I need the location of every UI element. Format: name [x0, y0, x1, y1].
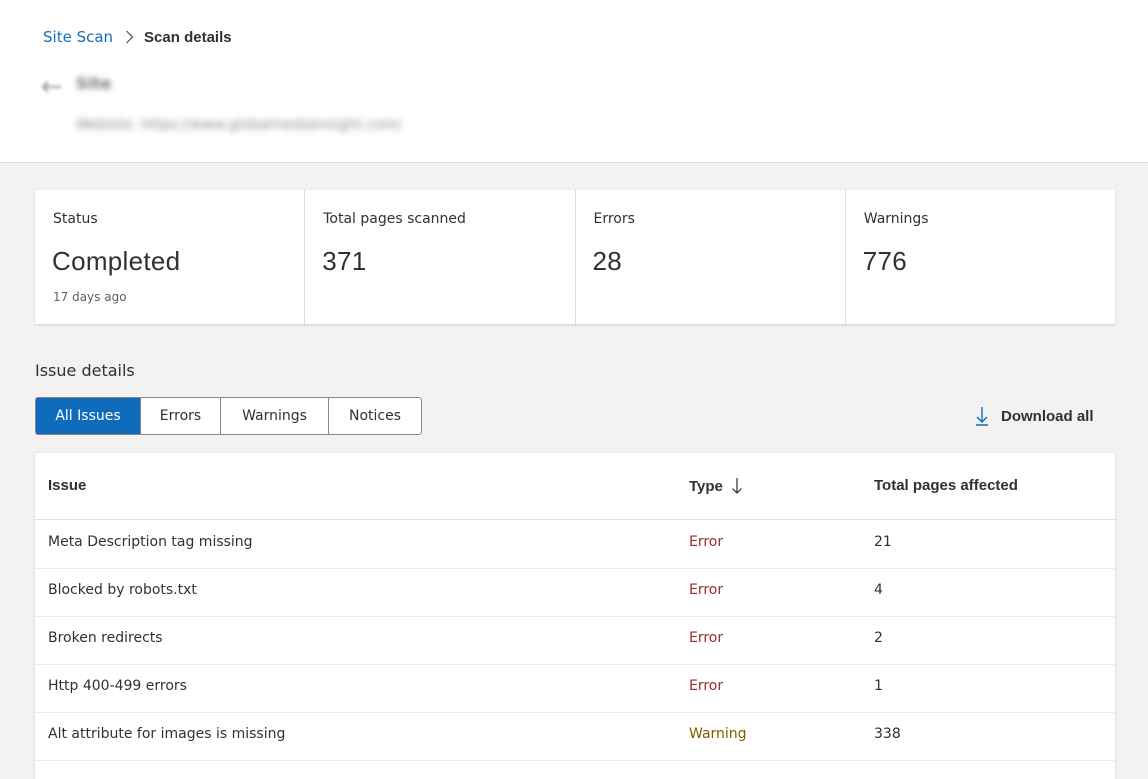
breadcrumb-site-scan-link[interactable]: Site Scan	[43, 28, 113, 46]
page-header: Site Scan Scan details Site Website: htt…	[0, 0, 1148, 163]
table-row[interactable]: Http 400-499 errors Error 1	[35, 664, 1115, 713]
issue-cell: Broken redirects	[48, 630, 163, 646]
table-row[interactable]: Blocked by robots.txt Error 4	[35, 568, 1115, 617]
pages-cell: 1	[874, 678, 883, 694]
issue-cell: Http 400-499 errors	[48, 678, 187, 694]
type-cell: Error	[689, 534, 724, 550]
column-header-issue[interactable]: Issue	[48, 477, 86, 494]
scan-summary: Status Completed 17 days ago Total pages…	[35, 190, 1115, 324]
table-row[interactable]: Alt attribute for images is missing Warn…	[35, 712, 1115, 761]
arrow-left-icon	[40, 80, 62, 94]
warnings-label: Warnings	[863, 211, 929, 227]
errors-card: Errors 28	[576, 190, 846, 324]
site-website: Website: https://www.globalmediainsight.…	[76, 117, 402, 133]
breadcrumb: Site Scan Scan details	[43, 27, 232, 47]
type-cell: Error	[689, 630, 724, 646]
site-title: Site	[76, 74, 112, 93]
filter-all-issues[interactable]: All Issues	[36, 398, 141, 434]
chevron-right-icon	[125, 30, 134, 44]
column-header-type[interactable]: Type	[689, 477, 743, 495]
filter-errors[interactable]: Errors	[141, 398, 221, 434]
filter-warnings[interactable]: Warnings	[221, 398, 329, 434]
download-all-button[interactable]: Download all	[975, 405, 1094, 427]
status-timestamp: 17 days ago	[53, 290, 127, 304]
status-card: Status Completed 17 days ago	[35, 190, 306, 324]
warnings-value: 776	[862, 246, 908, 276]
sort-descending-icon	[731, 477, 743, 495]
filter-notices[interactable]: Notices	[329, 398, 421, 434]
type-cell: Error	[689, 678, 724, 694]
status-label: Status	[53, 211, 98, 227]
pages-cell: 4	[874, 582, 883, 598]
warnings-card: Warnings 776	[846, 190, 1115, 324]
download-all-label: Download all	[1001, 407, 1094, 425]
table-row[interactable]: Broken redirects Error 2	[35, 616, 1115, 665]
pages-card: Total pages scanned 371	[305, 190, 576, 324]
status-value: Completed	[52, 246, 181, 276]
back-button[interactable]	[38, 76, 64, 98]
type-cell: Error	[689, 582, 724, 598]
column-header-type-label: Type	[689, 477, 723, 495]
errors-label: Errors	[593, 211, 635, 227]
table-row[interactable]: Meta Description tag missing Error 21	[35, 520, 1115, 569]
pages-cell: 338	[874, 726, 901, 742]
issues-table: Issue Type Total pages affected Meta Des…	[35, 453, 1115, 779]
pages-value: 371	[322, 246, 367, 276]
pages-cell: 21	[874, 534, 892, 550]
table-header: Issue Type Total pages affected	[35, 453, 1115, 520]
pages-cell: 2	[874, 630, 883, 646]
errors-value: 28	[592, 246, 623, 276]
type-cell: Warning	[689, 726, 747, 742]
issue-cell: Blocked by robots.txt	[48, 582, 197, 598]
issue-details-heading: Issue details	[35, 361, 135, 380]
pages-label: Total pages scanned	[323, 211, 466, 227]
issue-cell: Meta Description tag missing	[48, 534, 253, 550]
issue-filter-group: All Issues Errors Warnings Notices	[35, 397, 422, 435]
issue-cell: Alt attribute for images is missing	[48, 726, 286, 742]
download-icon	[975, 406, 989, 426]
column-header-pages[interactable]: Total pages affected	[874, 477, 1018, 494]
breadcrumb-current: Scan details	[144, 28, 232, 46]
